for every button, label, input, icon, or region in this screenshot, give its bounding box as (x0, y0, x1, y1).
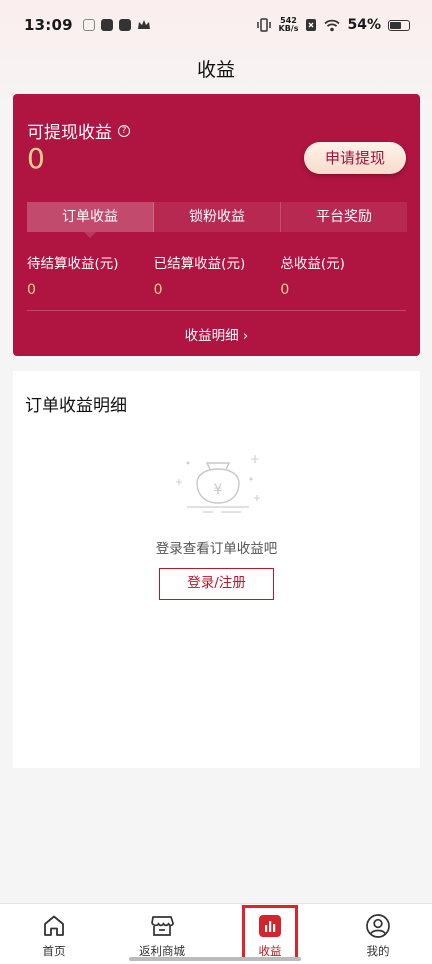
vibrate-icon (256, 18, 271, 32)
withdrawable-amount: 0 (27, 142, 45, 175)
stat-total: 总收益(元) 0 (280, 252, 407, 298)
tab-platform-rewards[interactable]: 平台奖励 (281, 202, 407, 232)
sim-off-icon (306, 19, 317, 31)
sync-icon (118, 19, 131, 31)
earnings-tabs: 订单收益 锁粉收益 平台奖励 (27, 202, 407, 238)
home-icon (44, 915, 64, 936)
bottom-nav: 首页 返利商城 收益 我的 (0, 903, 432, 964)
empty-money-bag-icon: ¥ (176, 455, 260, 513)
tab-order-earnings[interactable]: 订单收益 (27, 202, 154, 238)
status-right: 542 KB/s 54% (256, 17, 410, 33)
home-indicator[interactable] (129, 957, 301, 961)
notification-icons (82, 19, 151, 31)
store-icon (151, 916, 174, 936)
earnings-detail-link[interactable]: 收益明细 › (13, 324, 420, 344)
stat-total-label: 总收益(元) (280, 256, 345, 272)
apply-withdraw-button[interactable]: 申请提现 (304, 142, 406, 174)
nav-profile[interactable]: 我的 (324, 904, 432, 964)
nav-earnings[interactable]: 收益 (216, 904, 324, 964)
stat-pending-value: 0 (27, 282, 36, 298)
status-time: 13:09 (24, 16, 73, 34)
battery-percent: 54% (347, 17, 381, 33)
svg-text:¥: ¥ (214, 482, 223, 498)
network-speed: 542 KB/s (279, 17, 299, 33)
page-title: 收益 (196, 59, 235, 81)
help-icon[interactable]: ? (118, 124, 130, 137)
stat-settled-value: 0 (153, 282, 163, 298)
withdrawable-label: 可提现收益 ? (27, 118, 130, 143)
crown-icon (137, 20, 150, 29)
order-earnings-title: 订单收益明细 (25, 396, 127, 416)
nav-home[interactable]: 首页 (0, 904, 108, 964)
stat-settled: 已结算收益(元) 0 (154, 252, 281, 298)
message-icon (100, 19, 113, 31)
earnings-card: 可提现收益 ? 0 申请提现 订单收益 锁粉收益 平台奖励 待结算收益(元) 0… (13, 94, 420, 356)
nav-earnings-highlight (242, 905, 298, 961)
earnings-stats: 待结算收益(元) 0 已结算收益(元) 0 总收益(元) 0 (27, 252, 407, 298)
profile-icon (366, 914, 390, 938)
wifi-icon (324, 19, 341, 31)
battery-icon (388, 19, 410, 31)
stat-pending: 待结算收益(元) 0 (27, 252, 154, 298)
nav-store[interactable]: 返利商城 (108, 904, 216, 964)
empty-state-text: 登录查看订单收益吧 (155, 541, 278, 557)
stat-settled-label: 已结算收益(元) (153, 256, 246, 272)
app-notification-icon (82, 19, 95, 31)
login-register-button[interactable]: 登录/注册 (159, 568, 274, 600)
stat-pending-label: 待结算收益(元) (27, 256, 119, 272)
withdrawable-label-text: 可提现收益 (27, 123, 112, 143)
stat-total-value: 0 (280, 282, 290, 298)
tab-fan-earnings[interactable]: 锁粉收益 (154, 202, 281, 232)
nav-profile-label: 我的 (366, 944, 390, 958)
nav-home-label: 首页 (42, 944, 66, 958)
network-speed-unit: KB/s (278, 24, 299, 33)
order-earnings-card: 订单收益明细 ¥ 登录查看订单收益吧 登录/注册 (13, 371, 420, 768)
status-bar: 13:09 542 KB/s 54% (0, 0, 432, 50)
card-divider (27, 310, 406, 311)
earnings-page: 13:09 542 KB/s 54% 收益 可提现收益 ? 0 申请提现 订单收… (0, 0, 432, 964)
